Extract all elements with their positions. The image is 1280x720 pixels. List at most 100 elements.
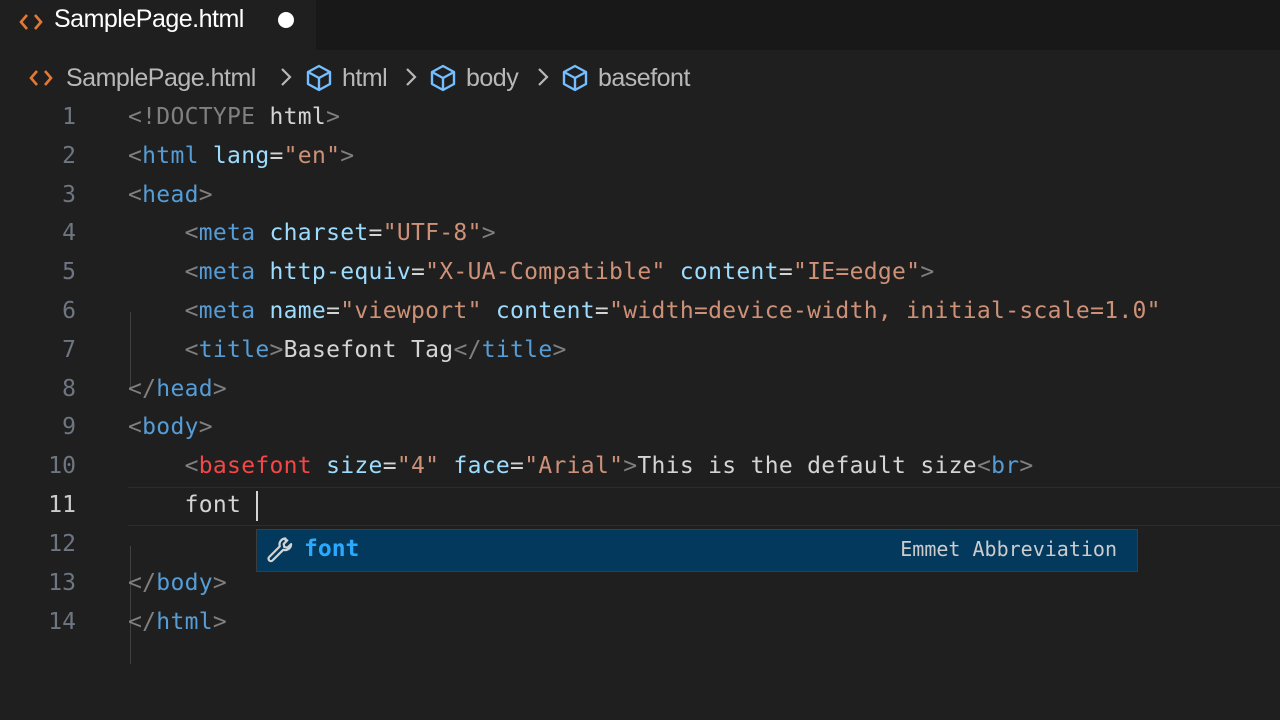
token: > bbox=[552, 337, 567, 363]
token: "width=device-width, initial-scale=1.0" bbox=[609, 298, 1161, 324]
tab-label: SamplePage.html bbox=[54, 5, 244, 33]
code-line[interactable]: </body> bbox=[128, 564, 227, 603]
breadcrumb-item-body[interactable]: body bbox=[428, 62, 519, 94]
line-number: 3 bbox=[62, 182, 76, 208]
code-line[interactable]: <meta charset="UTF-8"> bbox=[128, 214, 496, 253]
code-line[interactable]: </html> bbox=[128, 603, 227, 642]
token: > bbox=[269, 337, 284, 363]
line-number: 7 bbox=[62, 337, 76, 363]
token: "Arial" bbox=[524, 453, 624, 479]
line-number: 10 bbox=[48, 453, 76, 479]
suggestion-widget: font Emmet Abbreviation bbox=[256, 529, 1138, 572]
breadcrumb-item-label: basefont bbox=[598, 63, 690, 92]
token: body bbox=[142, 414, 199, 440]
code-line[interactable]: font bbox=[128, 486, 241, 525]
token: title bbox=[481, 337, 553, 363]
token: > bbox=[623, 453, 638, 479]
token: < bbox=[128, 259, 199, 285]
token: </ bbox=[453, 337, 482, 363]
breadcrumb-item-html[interactable]: html bbox=[304, 62, 388, 94]
line-number: 11 bbox=[48, 492, 76, 518]
token: < bbox=[128, 414, 143, 440]
line-number: 12 bbox=[48, 531, 76, 557]
breadcrumb-item-basefont[interactable]: basefont bbox=[560, 62, 690, 94]
token: basefont bbox=[198, 453, 312, 479]
cube-icon bbox=[430, 64, 456, 92]
code-line[interactable]: <!DOCTYPE html> bbox=[128, 98, 340, 137]
token: http-equiv bbox=[255, 259, 411, 285]
token: </ bbox=[128, 376, 157, 402]
token: meta bbox=[198, 220, 256, 246]
token: = bbox=[410, 259, 426, 285]
breadcrumb-file[interactable]: SamplePage.html bbox=[28, 62, 256, 94]
token: "viewport" bbox=[340, 298, 482, 324]
token: "4" bbox=[396, 453, 440, 479]
code-line[interactable]: <meta http-equiv="X-UA-Compatible" conte… bbox=[128, 253, 935, 292]
token: = bbox=[778, 259, 793, 285]
token: > bbox=[212, 570, 228, 596]
token: < bbox=[976, 453, 992, 479]
line-number: 8 bbox=[62, 376, 76, 402]
line-number: 14 bbox=[48, 609, 76, 635]
html-file-icon bbox=[29, 70, 53, 86]
token: < bbox=[128, 337, 199, 363]
token: meta bbox=[198, 298, 256, 324]
code-line[interactable]: <body> bbox=[128, 408, 213, 447]
breadcrumb-item-label: html bbox=[342, 63, 388, 92]
code-line[interactable]: <meta name="viewport" content="width=dev… bbox=[128, 292, 1161, 331]
code-line[interactable]: <head> bbox=[128, 176, 213, 215]
html-file-icon bbox=[19, 14, 43, 30]
suggestion-detail: Emmet Abbreviation bbox=[900, 537, 1117, 561]
suggestion-item[interactable]: font Emmet Abbreviation bbox=[257, 530, 1137, 571]
token: lang bbox=[198, 143, 270, 169]
code-editor[interactable]: 1 <!DOCTYPE html> 2 <html lang="en"> 3 <… bbox=[0, 98, 1280, 720]
token: < bbox=[128, 220, 199, 246]
token: "IE=edge" bbox=[792, 259, 921, 285]
code-line[interactable]: <title>Basefont Tag</title> bbox=[128, 331, 567, 370]
token: Basefont Tag bbox=[283, 337, 454, 363]
token: This is the default size bbox=[637, 453, 977, 479]
code-line[interactable]: <html lang="en"> bbox=[128, 137, 354, 176]
token: > bbox=[340, 143, 355, 169]
token: > bbox=[212, 376, 228, 402]
line-number: 6 bbox=[62, 298, 76, 324]
token: = bbox=[368, 220, 383, 246]
token: > bbox=[198, 414, 213, 440]
token: <!DOCTYPE bbox=[128, 104, 256, 130]
token: > bbox=[212, 609, 228, 635]
unsaved-indicator-icon[interactable] bbox=[278, 12, 294, 28]
token: br bbox=[991, 453, 1020, 479]
token: size bbox=[311, 453, 383, 479]
token: "X-UA-Compatible" bbox=[425, 259, 666, 285]
token: face bbox=[439, 453, 511, 479]
token: = bbox=[510, 453, 525, 479]
token: title bbox=[198, 337, 270, 363]
cube-icon bbox=[306, 64, 332, 92]
token: font bbox=[128, 492, 242, 518]
tab-bar: SamplePage.html bbox=[0, 0, 1280, 50]
editor-tab[interactable]: SamplePage.html bbox=[0, 0, 316, 50]
token: html bbox=[255, 104, 327, 130]
breadcrumb-file-label: SamplePage.html bbox=[66, 63, 256, 92]
token: = bbox=[269, 143, 284, 169]
token: < bbox=[128, 143, 143, 169]
token: > bbox=[326, 104, 341, 130]
token: = bbox=[326, 298, 341, 324]
code-line[interactable]: </head> bbox=[128, 370, 227, 409]
breadcrumb-item-label: body bbox=[466, 63, 519, 92]
line-number: 4 bbox=[62, 220, 76, 246]
token: meta bbox=[198, 259, 256, 285]
code-line[interactable]: <basefont size="4" face="Arial">This is … bbox=[128, 447, 1034, 486]
token: </ bbox=[128, 570, 157, 596]
token: name bbox=[255, 298, 327, 324]
token: > bbox=[198, 182, 213, 208]
token: < bbox=[128, 298, 199, 324]
wrench-icon bbox=[267, 537, 293, 563]
token: "UTF-8" bbox=[382, 220, 482, 246]
token: = bbox=[382, 453, 397, 479]
line-number: 9 bbox=[62, 414, 76, 440]
token: content bbox=[481, 298, 595, 324]
line-number: 13 bbox=[48, 570, 76, 596]
token: < bbox=[128, 182, 143, 208]
token: > bbox=[1019, 453, 1034, 479]
